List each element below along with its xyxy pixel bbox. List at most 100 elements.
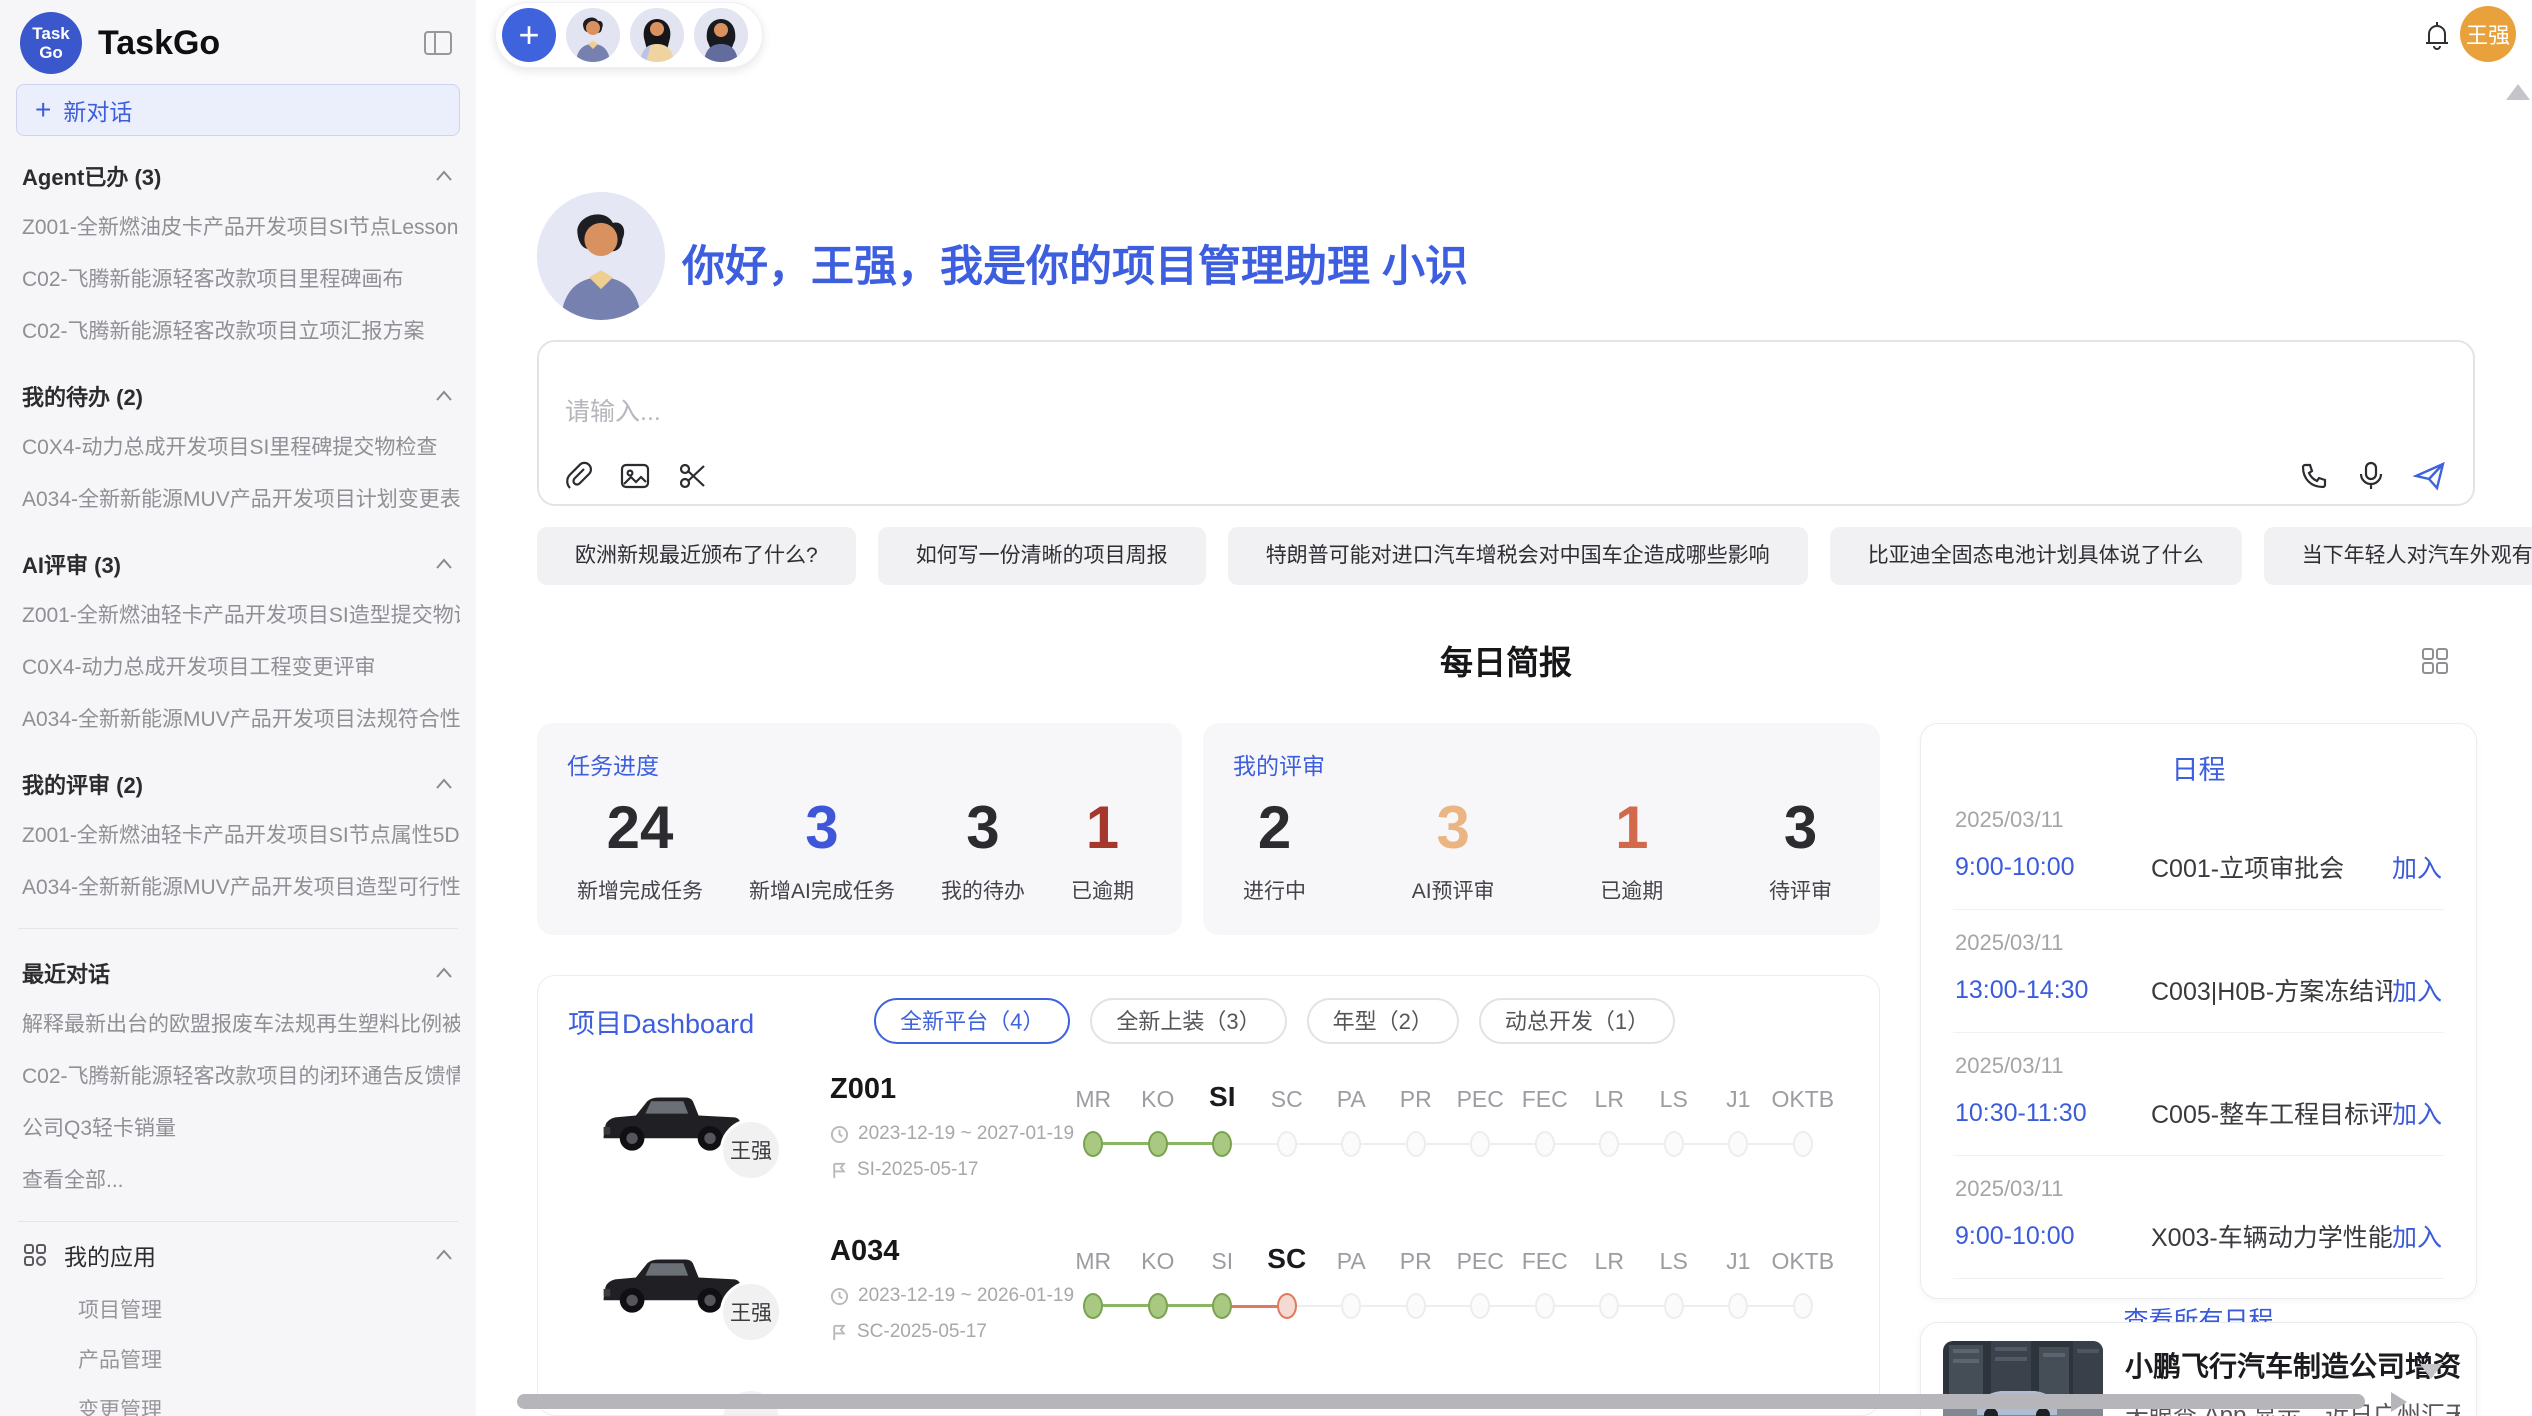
milestone-label: LS (1642, 1248, 1707, 1275)
main-area: + 王强 你好，王强，我是你的项目管理助理 小识 (476, 0, 2532, 1416)
daily-briefing-title: 每日简报 (537, 636, 2475, 684)
chevron-up-icon[interactable] (434, 1248, 454, 1262)
scroll-up-arrow[interactable] (2506, 84, 2530, 100)
user-avatar-badge[interactable]: 王强 (2460, 6, 2516, 62)
tab-powertrain[interactable]: 动总开发（1） (1479, 998, 1675, 1044)
list-item[interactable]: A034-全新新能源MUV产品开发项目计划变更表编写 (16, 472, 460, 524)
project-row[interactable]: 王强 Z001 2023-12-19 ~ 2027-01-19 SI-2025-… (538, 1061, 1879, 1221)
suggestion-chip[interactable]: 特朗普可能对进口汽车增税会对中国车企造成哪些影响 (1228, 527, 1808, 585)
list-item[interactable]: C0X4-动力总成开发项目工程变更评审 (16, 640, 460, 692)
milestone-label: LS (1642, 1086, 1707, 1113)
avatar[interactable] (566, 8, 620, 62)
mic-icon[interactable] (2357, 460, 2385, 492)
milestone-label: KO (1126, 1086, 1191, 1113)
attach-icon[interactable] (563, 460, 593, 492)
horizontal-scrollbar[interactable] (517, 1394, 2365, 1409)
list-item[interactable]: Z001-全新燃油轻卡产品开发项目SI节点属性5D文件评审 (16, 808, 460, 860)
avatar[interactable] (694, 8, 748, 62)
section-agent-done[interactable]: Agent已办 (3) (16, 136, 460, 200)
add-member-button[interactable]: + (502, 8, 556, 62)
stat-label: 已逾期 (1600, 875, 1663, 905)
milestone-label: KO (1126, 1248, 1191, 1275)
event-date: 2025/03/11 (1955, 1176, 2442, 1202)
scroll-right-arrow[interactable] (2391, 1392, 2407, 1412)
list-item[interactable]: A034-全新新能源MUV产品开发项目法规符合性评审 (16, 692, 460, 744)
stat-label: 进行中 (1243, 875, 1306, 905)
avatar[interactable] (630, 8, 684, 62)
milestone-label-active: SI (1190, 1081, 1255, 1113)
event-time: 9:00-10:00 (1955, 853, 2151, 882)
list-item[interactable]: 公司Q3轻卡销量 (16, 1101, 460, 1153)
sidebar-item-project-mgmt[interactable]: 项目管理 (16, 1284, 460, 1334)
join-link[interactable]: 加入 (2392, 1218, 2442, 1254)
list-item[interactable]: C02-飞腾新能源轻客改款项目的闭环通告反馈情况 (16, 1049, 460, 1101)
my-review-card: 我的评审 2 进行中 3 AI预评审 1 已逾期 3 待评审 (1203, 723, 1880, 935)
section-label: Agent已办 (3) (22, 160, 161, 192)
news-title: 小鹏飞行汽车制造公司增资 (2125, 1345, 2461, 1385)
card-title: 我的评审 (1203, 723, 1880, 781)
sidebar-collapse-icon[interactable] (422, 29, 454, 57)
suggestion-chip[interactable]: 如何写一份清晰的项目周报 (878, 527, 1206, 585)
flag-icon (830, 1323, 848, 1342)
stat-value: 2 (1243, 787, 1306, 869)
milestone-label: SI (1190, 1248, 1255, 1275)
image-icon[interactable] (619, 460, 651, 492)
suggestion-chips: 欧洲新规最近颁布了什么? 如何写一份清晰的项目周报 特朗普可能对进口汽车增税会对… (537, 527, 2532, 585)
project-row[interactable]: 王强 A034 2023-12-19 ~ 2026-01-19 SC-2025-… (538, 1223, 1879, 1383)
section-label: 我的待办 (2) (22, 380, 143, 412)
section-recent-chats[interactable]: 最近对话 (16, 933, 460, 997)
suggestion-chip[interactable]: 欧洲新规最近颁布了什么? (537, 527, 856, 585)
chevron-up-icon[interactable] (434, 557, 454, 571)
scissors-icon[interactable] (677, 460, 709, 492)
event-time: 13:00-14:30 (1955, 976, 2151, 1005)
list-item[interactable]: C02-飞腾新能源轻客改款项目里程碑画布 (16, 252, 460, 304)
list-item[interactable]: Z001-全新燃油轻卡产品开发项目SI造型提交物评审 (16, 588, 460, 640)
stat-label: 我的待办 (941, 875, 1025, 905)
stat-overdue: 1 已逾期 (1071, 787, 1134, 905)
send-icon[interactable] (2413, 460, 2447, 492)
layout-grid-icon[interactable] (2420, 646, 2450, 681)
project-name: A034 (830, 1235, 899, 1268)
section-ai-review[interactable]: AI评审 (3) (16, 524, 460, 588)
milestone-label: OKTB (1771, 1248, 1836, 1275)
my-apps-label: 我的应用 (64, 1238, 156, 1272)
plus-icon: + (35, 94, 51, 126)
join-link[interactable]: 加入 (2392, 1095, 2442, 1131)
tab-year-model[interactable]: 年型（2） (1307, 998, 1459, 1044)
sidebar-item-change-mgmt[interactable]: 变更管理 (16, 1384, 460, 1416)
milestone-label: LR (1577, 1086, 1642, 1113)
section-my-todo[interactable]: 我的待办 (2) (16, 356, 460, 420)
scroll-down-arrow[interactable] (2420, 1364, 2442, 1379)
chevron-up-icon[interactable] (434, 777, 454, 791)
view-all-chats[interactable]: 查看全部... (16, 1153, 460, 1205)
milestone-label-active: SC (1255, 1243, 1320, 1275)
tab-new-platform[interactable]: 全新平台（4） (874, 998, 1070, 1044)
schedule-event: 2025/03/11 10:30-11:30 C005-整车工程目标评审 加入 (1953, 1033, 2444, 1156)
list-item[interactable]: A034-全新新能源MUV产品开发项目造型可行性评审 (16, 860, 460, 912)
suggestion-chip[interactable]: 比亚迪全固态电池计划具体说了什么 (1830, 527, 2242, 585)
stat-label: AI预评审 (1412, 875, 1495, 905)
sidebar-item-my-apps[interactable]: 我的应用 (16, 1226, 460, 1284)
milestone-labels: MR KO SI SC PA PR PEC FEC LR LS J1 OKTB (1061, 1081, 1835, 1113)
phone-icon[interactable] (2299, 461, 2329, 491)
list-item[interactable]: C0X4-动力总成开发项目SI里程碑提交物检查 (16, 420, 460, 472)
join-link[interactable]: 加入 (2392, 972, 2442, 1008)
list-item[interactable]: 解释最新出台的欧盟报废车法规再生塑料比例被调至15%... (16, 997, 460, 1049)
join-link[interactable]: 加入 (2392, 849, 2442, 885)
tab-new-body[interactable]: 全新上装（3） (1090, 998, 1286, 1044)
new-chat-button[interactable]: + 新对话 (16, 84, 460, 136)
chevron-up-icon[interactable] (434, 169, 454, 183)
stat-label: 已逾期 (1071, 875, 1134, 905)
chevron-up-icon[interactable] (434, 389, 454, 403)
suggestion-chip[interactable]: 当下年轻人对汽车外观有怎样的喜好趋势 (2264, 527, 2532, 585)
section-my-review[interactable]: 我的评审 (2) (16, 744, 460, 808)
chat-input[interactable] (553, 384, 1753, 440)
list-item[interactable]: C02-飞腾新能源轻客改款项目立项汇报方案 (16, 304, 460, 356)
bell-icon[interactable] (2421, 18, 2453, 57)
chevron-up-icon[interactable] (434, 966, 454, 980)
page: Task Go TaskGo + 新对话 Agent已办 (3) Z001-全新… (0, 0, 2532, 1416)
flag-icon (830, 1161, 848, 1180)
list-item[interactable]: Z001-全新燃油皮卡产品开发项目SI节点Lesson Learn报告 (16, 200, 460, 252)
sidebar-item-product-mgmt[interactable]: 产品管理 (16, 1334, 460, 1384)
milestone-label: LR (1577, 1248, 1642, 1275)
